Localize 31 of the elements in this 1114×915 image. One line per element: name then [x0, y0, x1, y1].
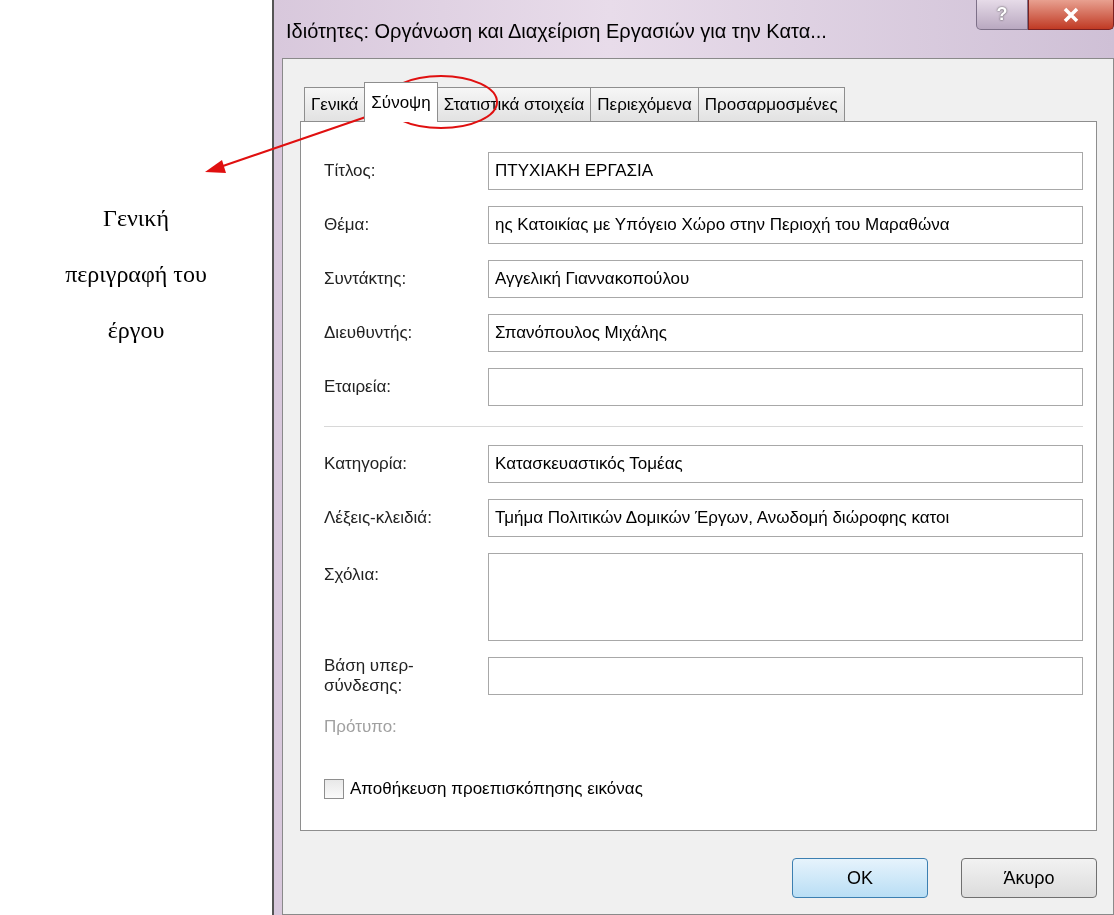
- cancel-button[interactable]: Άκυρο: [961, 858, 1097, 898]
- tab[interactable]: Προσαρμοσμένες: [697, 87, 845, 121]
- field-label: Λέξεις-κλειδιά:: [324, 508, 433, 528]
- field-label: Εταιρεία:: [324, 377, 392, 397]
- comments-field[interactable]: [488, 553, 1083, 641]
- input-field[interactable]: [488, 368, 1083, 406]
- input-field[interactable]: [488, 657, 1083, 695]
- input-field[interactable]: ης Κατοικίας με Υπόγειο Χώρο στην Περιοχή του Μαραθώνα: [488, 206, 1083, 244]
- close-icon: [1062, 6, 1080, 23]
- field-label: Διευθυντής:: [324, 323, 414, 343]
- field-label: Θέμα:: [324, 215, 371, 235]
- tab[interactable]: Γενικά: [304, 87, 366, 121]
- tab[interactable]: Περιεχόμενα: [590, 87, 699, 121]
- annotation-text: Γενική περιγραφή του έργου: [65, 204, 207, 345]
- field-label: Κατηγορία:: [324, 454, 409, 474]
- field-label: Βάση υπερ-σύνδεσης:: [324, 656, 415, 696]
- input-field[interactable]: Σπανόπουλος Μιχάλης: [488, 314, 1083, 352]
- input-field[interactable]: ΠΤΥΧΙΑΚΗ ΕΡΓΑΣΙΑ: [488, 152, 1083, 190]
- template-label: Πρότυπο:: [324, 717, 397, 737]
- checkbox[interactable]: [324, 779, 344, 799]
- ok-button[interactable]: OK: [792, 858, 928, 898]
- window-title: Ιδιότητες: Οργάνωση και Διαχείριση Εργασιών για την Κατα...: [285, 19, 827, 43]
- tab[interactable]: Σύνοψη: [364, 82, 438, 122]
- input-field[interactable]: Κατασκευαστικός Τομέας: [488, 445, 1083, 483]
- close-button[interactable]: [1028, 0, 1114, 30]
- field-label: Συντάκτης:: [324, 269, 408, 289]
- checkbox-label: Αποθήκευση προεπισκόπησης εικόνας: [350, 779, 643, 799]
- field-label: Τίτλος:: [324, 161, 377, 181]
- input-field[interactable]: Τμήμα Πολιτικών Δομικών Έργων, Ανωδομή διώροφης κατοι: [488, 499, 1083, 537]
- input-field[interactable]: Αγγελική Γιαννακοπούλου: [488, 260, 1083, 298]
- field-label: Σχόλια:: [324, 564, 380, 585]
